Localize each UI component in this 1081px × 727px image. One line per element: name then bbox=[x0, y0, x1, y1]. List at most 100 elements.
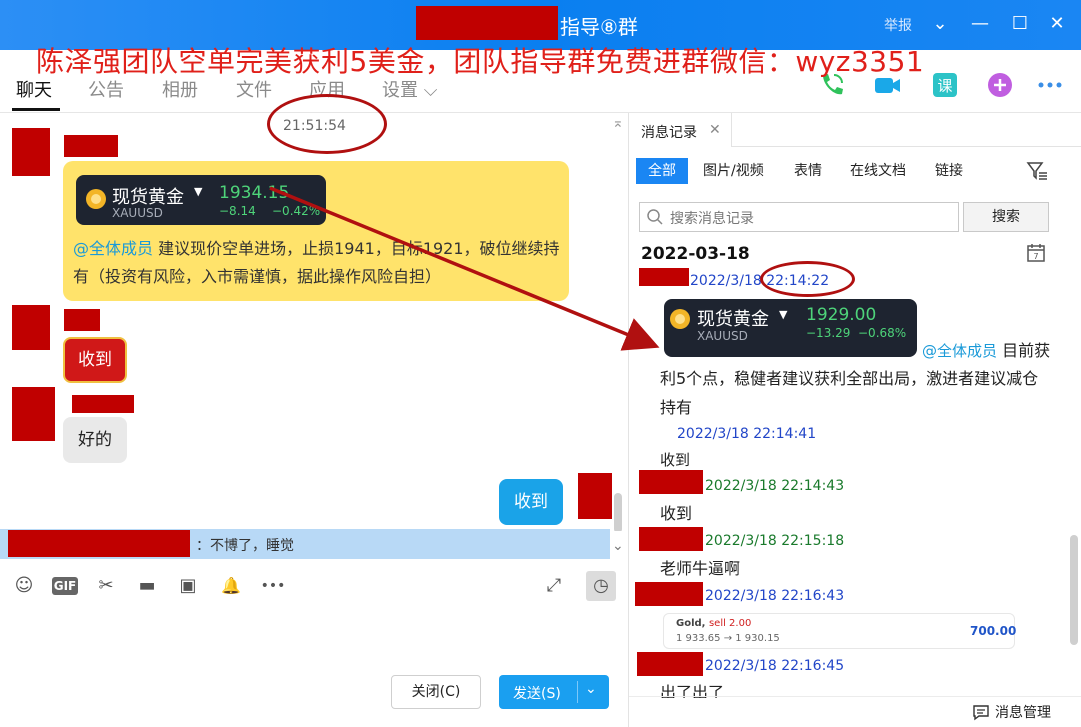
promo-banner: 陈泽强团队空单完美获利5美金，团队指导群免费进群微信：wyz3351 bbox=[36, 45, 925, 78]
annotation-ellipse bbox=[760, 261, 855, 297]
self-avatar[interactable] bbox=[578, 473, 612, 519]
image-icon[interactable]: ▣ bbox=[176, 574, 200, 598]
message-text: 利5个点，稳健者建议获利全部出局，激进者建议减仓 bbox=[660, 369, 1039, 388]
message-text: @全体成员 目前获 bbox=[922, 341, 1051, 360]
chevron-down-icon[interactable]: ⌄ bbox=[612, 538, 624, 554]
message-timestamp: 2022/3/18 22:15:18 bbox=[705, 533, 845, 549]
stock-quote-card[interactable]: 现货黄金 ▼ XAUUSD 1929.00 −13.29 −0.68% bbox=[664, 299, 917, 357]
filter-icon[interactable] bbox=[1026, 160, 1048, 182]
send-divider bbox=[577, 681, 578, 703]
message-text: 收到 bbox=[660, 504, 693, 523]
filter-links[interactable]: 链接 bbox=[935, 158, 963, 184]
message-bubble-self: 收到 bbox=[499, 479, 563, 525]
active-tab-indicator bbox=[12, 108, 60, 111]
caret-down-icon: ▼ bbox=[779, 308, 788, 321]
search-input[interactable]: 搜索消息记录 bbox=[639, 202, 959, 232]
chevron-down-icon[interactable]: ⌄ bbox=[930, 12, 950, 36]
stock-price: 1929.00 bbox=[806, 305, 877, 325]
message-input[interactable] bbox=[0, 606, 628, 670]
history-scrollbar[interactable] bbox=[1070, 535, 1078, 645]
collapse-icon[interactable]: ⌅ bbox=[612, 115, 624, 131]
stock-change: −13.29 bbox=[806, 326, 851, 340]
filter-media[interactable]: 图片/视频 bbox=[703, 158, 764, 184]
message-timestamp: 2022/3/18 22:14:43 bbox=[705, 478, 845, 494]
filter-docs[interactable]: 在线文档 bbox=[850, 158, 906, 184]
message-timestamp: 2022/3/18 22:16:45 bbox=[705, 658, 845, 674]
trade-profit: 700.00 bbox=[970, 624, 1017, 638]
report-button[interactable]: 举报 bbox=[884, 15, 912, 35]
tab-message-history[interactable]: 消息记录 bbox=[641, 122, 697, 142]
tab-divider bbox=[731, 113, 732, 147]
svg-text:课: 课 bbox=[937, 77, 952, 95]
search-placeholder: 搜索消息记录 bbox=[670, 211, 754, 227]
emoji-icon[interactable]: ☺ bbox=[12, 574, 36, 598]
message-bubble: 好的 bbox=[63, 417, 127, 463]
stock-quote-card[interactable]: 现货黄金 ▼ XAUUSD 1934.15 −8.14 −0.42% bbox=[76, 175, 326, 225]
footer-divider bbox=[629, 696, 1081, 697]
tab-bottom-border bbox=[731, 146, 1081, 147]
close-button[interactable]: 关闭(C) bbox=[391, 675, 481, 709]
stock-change: −8.14 bbox=[219, 204, 256, 218]
stock-code: XAUUSD bbox=[697, 329, 748, 343]
svg-text:7: 7 bbox=[1033, 252, 1038, 261]
add-app-icon[interactable] bbox=[985, 70, 1015, 100]
search-button[interactable]: 搜索 bbox=[963, 202, 1049, 232]
message-text: 老师牛逼啊 bbox=[660, 559, 741, 578]
trade-title: Gold, sell 2.00 bbox=[676, 618, 752, 629]
gold-coin-icon bbox=[86, 189, 106, 209]
more-icon[interactable] bbox=[1035, 70, 1065, 100]
mention-all[interactable]: @全体成员 bbox=[73, 239, 153, 258]
class-icon[interactable]: 课 bbox=[930, 70, 960, 100]
redacted-sender bbox=[635, 582, 703, 606]
stock-name: 现货黄金 bbox=[697, 309, 769, 330]
more-icon[interactable]: ••• bbox=[258, 574, 288, 598]
gif-icon[interactable]: GIF bbox=[52, 577, 78, 595]
trade-card[interactable]: Gold, sell 2.00 1 933.65 → 1 930.15 700.… bbox=[663, 613, 1017, 649]
avatar[interactable] bbox=[12, 387, 55, 441]
message-manage-button[interactable]: 消息管理 bbox=[995, 702, 1051, 722]
message-manage-icon[interactable] bbox=[972, 703, 990, 721]
message-bubble: 收到 bbox=[63, 337, 127, 383]
avatar[interactable] bbox=[12, 128, 50, 176]
new-message-bar[interactable]: ：不博了，睡觉 bbox=[0, 529, 610, 559]
message-text: @全体成员 建议现价空单进场，止损1941，目标1921，破位继续持有（投资有风… bbox=[73, 239, 560, 286]
minimize-button[interactable]: — bbox=[970, 12, 990, 36]
send-options-chevron-icon[interactable]: ⌄ bbox=[585, 681, 597, 697]
filter-all[interactable]: 全部 bbox=[636, 158, 688, 184]
input-toolbar: ☺ GIF ✂ ▬ ▣ 🔔 ••• ⤢ ◷ bbox=[0, 566, 628, 606]
message-text: 持有 bbox=[660, 398, 693, 417]
new-message-preview: ：不博了，睡觉 bbox=[196, 538, 294, 554]
scissors-icon[interactable]: ✂ bbox=[94, 574, 118, 598]
redacted-sender bbox=[637, 652, 703, 676]
filter-stickers[interactable]: 表情 bbox=[794, 158, 822, 184]
avatar[interactable] bbox=[12, 305, 50, 350]
caret-down-icon: ▼ bbox=[194, 185, 203, 198]
stock-price: 1934.15 bbox=[219, 183, 290, 203]
redacted-sender bbox=[639, 268, 689, 286]
redacted-sender bbox=[639, 470, 703, 494]
history-date: 2022-03-18 bbox=[641, 244, 750, 264]
expand-icon[interactable]: ⤢ bbox=[542, 574, 566, 598]
pane-divider[interactable] bbox=[628, 113, 629, 727]
message-timestamp: 2022/3/18 22:14:41 bbox=[677, 426, 817, 442]
bell-icon[interactable]: 🔔 bbox=[219, 574, 243, 598]
trade-prices: 1 933.65 → 1 930.15 bbox=[676, 633, 780, 644]
stock-change-percent: −0.68% bbox=[858, 326, 907, 340]
window-title: 指导⑧群 bbox=[560, 15, 638, 39]
gold-coin-icon bbox=[670, 309, 690, 329]
redacted-sender-name bbox=[72, 395, 134, 413]
maximize-button[interactable]: ☐ bbox=[1010, 12, 1030, 36]
chat-area: 21:51:54 ⌅ 现货黄金 ▼ XAUUSD 1934.15 −8.14 −… bbox=[0, 113, 628, 531]
message-bubble-announcement: 现货黄金 ▼ XAUUSD 1934.15 −8.14 −0.42% @全体成员… bbox=[63, 161, 569, 301]
send-label: 发送(S) bbox=[513, 686, 561, 702]
close-icon[interactable]: ✕ bbox=[709, 122, 721, 138]
folder-icon[interactable]: ▬ bbox=[135, 574, 159, 598]
calendar-icon[interactable]: 7 bbox=[1026, 243, 1046, 263]
history-icon[interactable]: ◷ bbox=[586, 571, 616, 601]
send-button[interactable]: 发送(S) ⌄ bbox=[499, 675, 609, 709]
message-timestamp: 2022/3/18 22:16:43 bbox=[705, 588, 845, 604]
chat-scrollbar[interactable] bbox=[614, 493, 622, 531]
mention-all[interactable]: @全体成员 bbox=[922, 342, 997, 360]
stock-code: XAUUSD bbox=[112, 206, 163, 220]
close-window-button[interactable]: ✕ bbox=[1047, 12, 1067, 36]
